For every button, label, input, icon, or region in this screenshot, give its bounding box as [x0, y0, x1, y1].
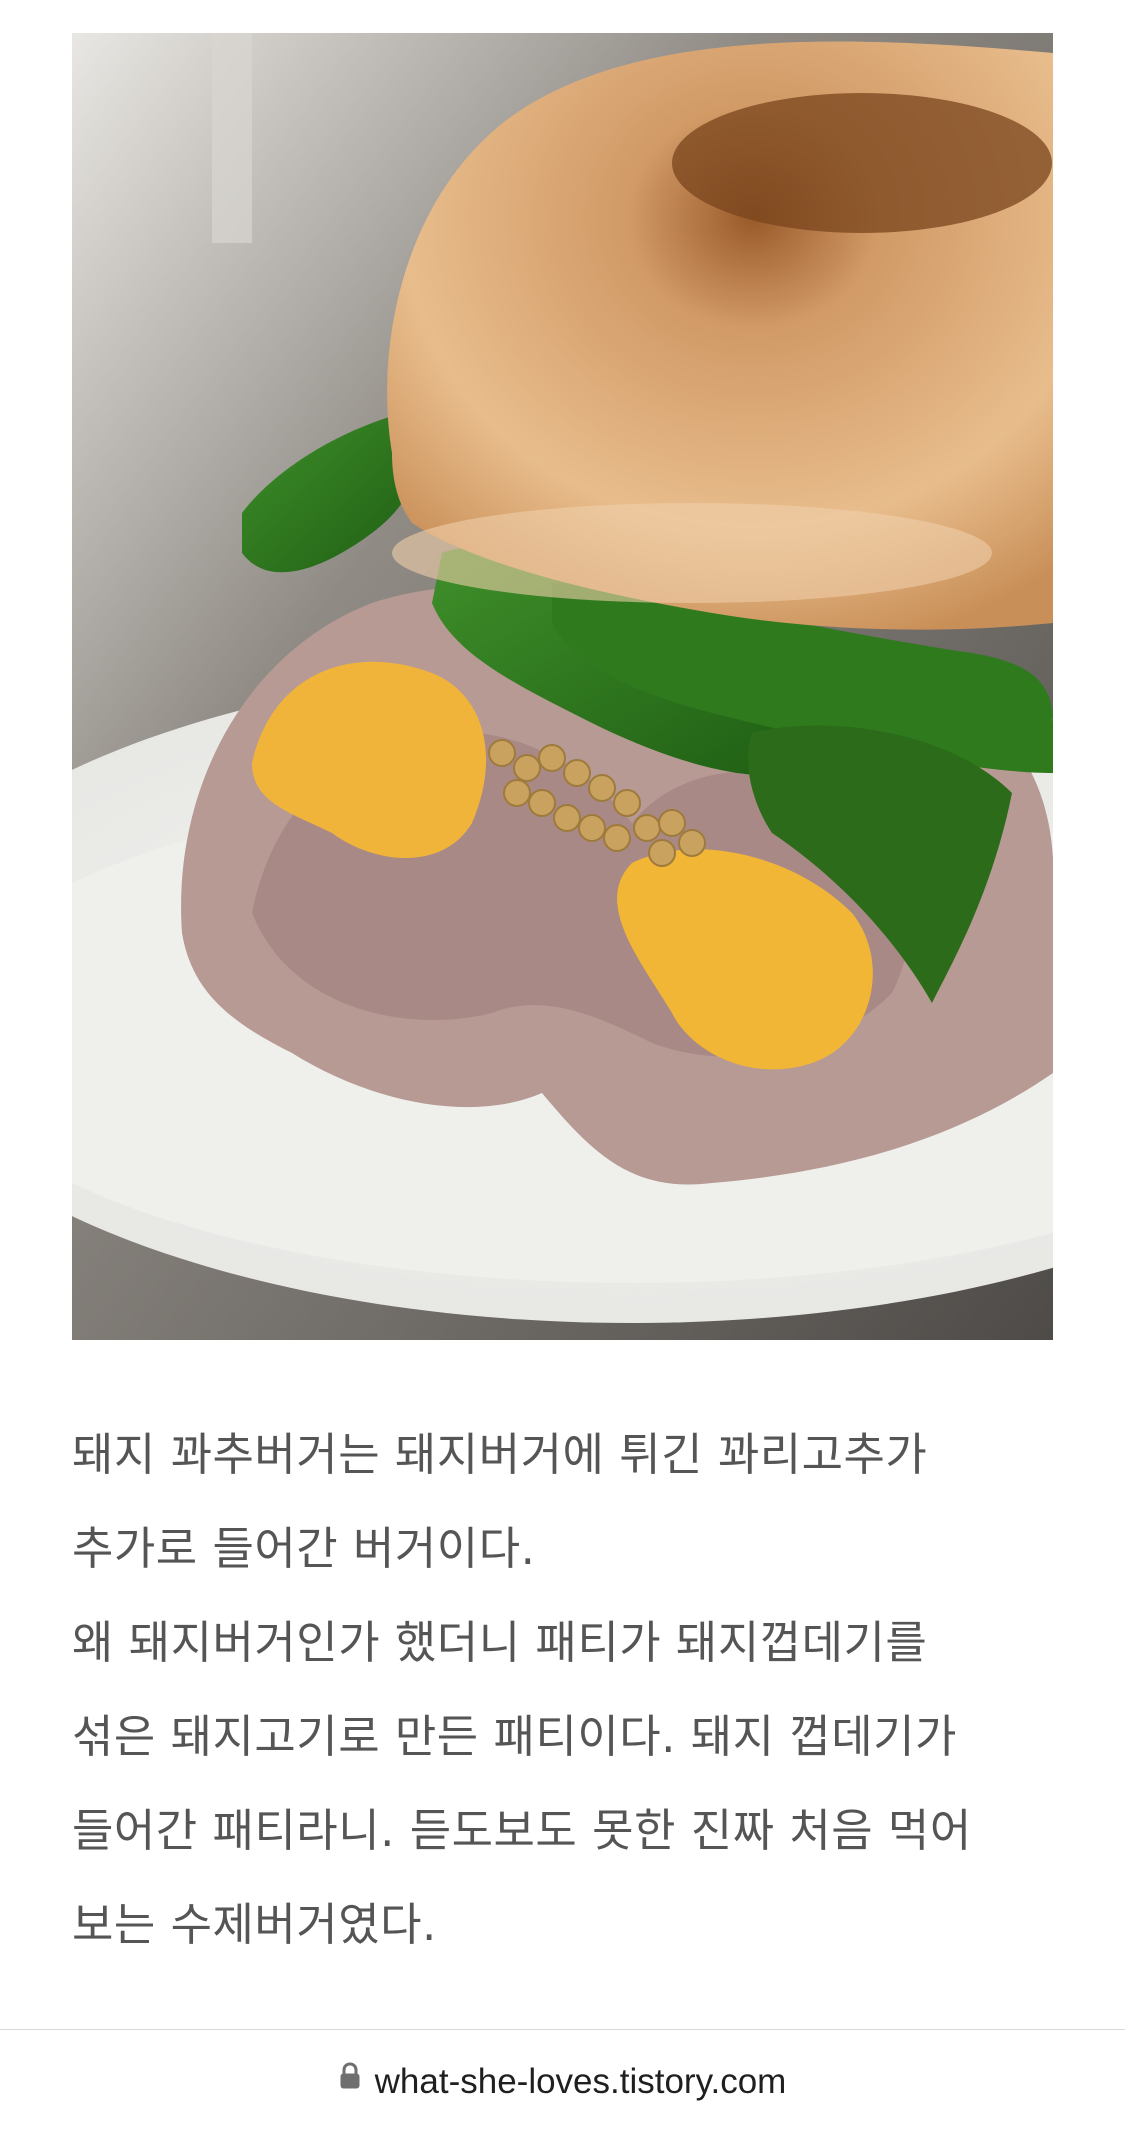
article-line: 보는 수제버거였다. — [72, 1898, 437, 1951]
url-text: what-she-loves.tistory.com — [374, 2061, 787, 2101]
lock-icon — [339, 2059, 361, 2099]
article-line: 돼지 꽈추버거는 돼지버거에 튀긴 꽈리고추가 — [72, 1428, 928, 1481]
article-body: 돼지 꽈추버거는 돼지버거에 튀긴 꽈리고추가 추가로 들어간 버거이다. 왜 … — [72, 1408, 1062, 1972]
article-line: 추가로 들어간 버거이다. — [72, 1522, 536, 1575]
address-display[interactable]: what-she-loves.tistory.com — [0, 2060, 1125, 2102]
burger-photo — [72, 33, 1053, 1340]
article-line: 들어간 패티라니. 듣도보도 못한 진짜 처음 먹어 — [72, 1804, 972, 1857]
article-line: 왜 돼지버거인가 했더니 패티가 돼지껍데기를 — [72, 1616, 928, 1669]
address-bar[interactable]: what-she-loves.tistory.com — [0, 2029, 1125, 2140]
article-line: 섞은 돼지고기로 만든 패티이다. 돼지 껍데기가 — [72, 1710, 957, 1763]
